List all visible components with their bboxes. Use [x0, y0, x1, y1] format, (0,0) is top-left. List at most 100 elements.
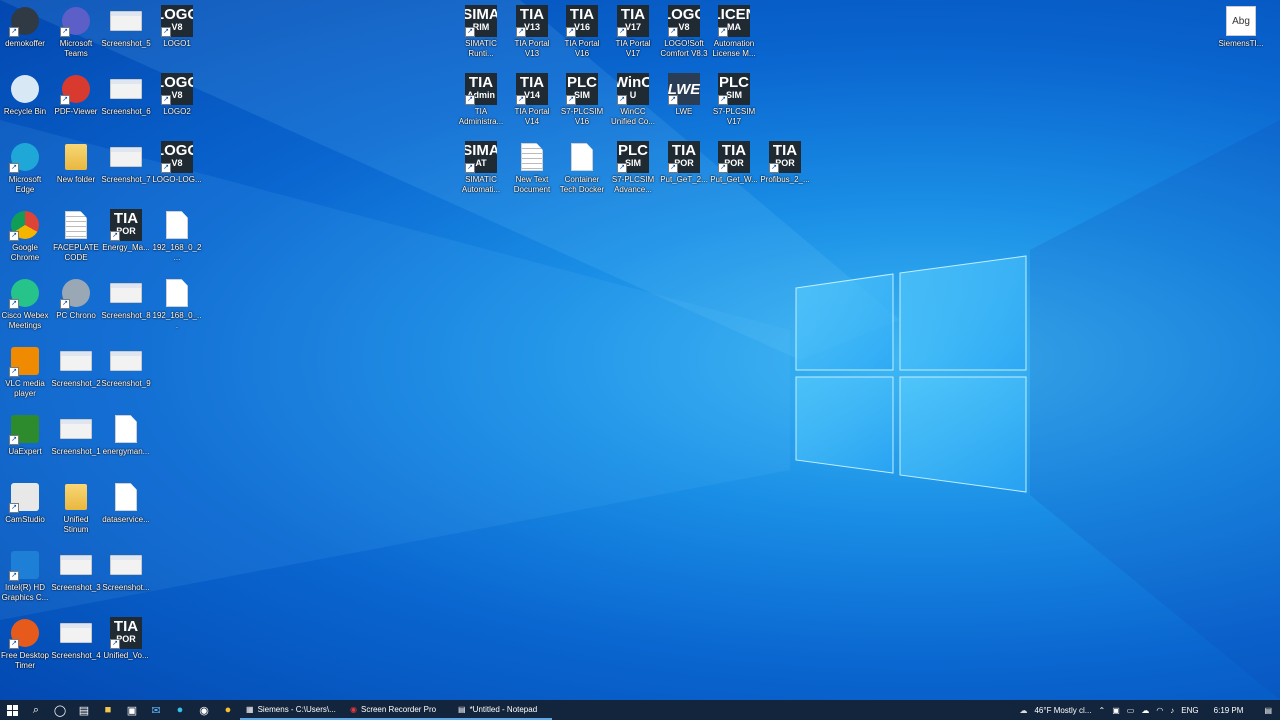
desktop-icon-wincc[interactable]: WinC U ↗ WinCC Unified Co... — [608, 73, 658, 127]
desktop-icon-tiav17[interactable]: TIA V17 ↗ TIA Portal V17 — [608, 5, 658, 59]
desktop-icon-screenshotx[interactable]: Screenshot... — [101, 549, 151, 593]
desktop-icon-demokoffer[interactable]: ↗ demokoffer — [0, 5, 50, 49]
desktop-icon-label: LOGO!Soft Comfort V8.3 — [660, 39, 708, 58]
clock[interactable]: 6:19 PM — [1214, 706, 1244, 715]
license-icon: LICENMA↗ — [718, 5, 750, 37]
image-file-icon — [110, 5, 142, 37]
desktop-icon-siemensti[interactable]: Abg SiemensTI... — [1216, 5, 1266, 49]
store-icon[interactable]: ▣ — [120, 700, 144, 720]
desktop-icon-screenshot2[interactable]: Screenshot_2 — [51, 345, 101, 389]
desktop-icon-lwe[interactable]: LWE ↗ LWE — [659, 73, 709, 117]
desktop-icon-container[interactable]: Container Tech Docker — [557, 141, 607, 195]
desktop-icon-plcsimadv[interactable]: PLC SIM ↗ S7-PLCSIM Advance... — [608, 141, 658, 195]
desktop-icon-screenshot1[interactable]: Screenshot_1 — [51, 413, 101, 457]
weather-text[interactable]: 46°F Mostly cl... — [1034, 706, 1091, 715]
desktop-icon-simaticautom[interactable]: SIMA AT ↗ SIMATIC Automati... — [456, 141, 506, 195]
desktop-icon-ip2[interactable]: 192_168_0_... — [152, 277, 202, 331]
desktop-icon-faceplate[interactable]: FACEPLATE CODE — [51, 209, 101, 263]
cortana-icon[interactable]: ◯ — [48, 700, 72, 720]
desktop-icon-label: Microsoft Edge — [8, 175, 42, 194]
desktop-icon-profibus[interactable]: TIA POR ↗ Profibus_2_... — [760, 141, 810, 185]
desktop-icon-freetimer[interactable]: ↗ Free Desktop Timer — [0, 617, 50, 671]
webex-icon: ↗ — [9, 277, 41, 309]
tia-portal-icon: TIA POR ↗ — [769, 141, 801, 173]
edge-taskbar-icon[interactable]: ● — [168, 700, 192, 720]
desktop-icon-tiav14[interactable]: TIA V14 ↗ TIA Portal V14 — [507, 73, 557, 127]
shortcut-arrow-icon: ↗ — [465, 163, 475, 173]
desktop-icon-label: Container Tech Docker — [559, 175, 605, 194]
text-file-icon — [60, 209, 92, 241]
taskbar-app-notepad[interactable]: ▤ *Untitled - Notepad — [452, 700, 552, 720]
desktop-icon-tiav13[interactable]: TIA V13 ↗ TIA Portal V13 — [507, 5, 557, 59]
task-view-icon[interactable]: ▤ — [72, 700, 96, 720]
desktop-icon-putgetw[interactable]: TIA POR ↗ Put_Get_W... — [709, 141, 759, 185]
desktop-icon-plcsimv16[interactable]: PLC SIM ↗ S7-PLCSIM V16 — [557, 73, 607, 127]
desktop-icon-newtext[interactable]: New Text Document — [507, 141, 557, 195]
desktop-icon-screenshot5[interactable]: Screenshot_5 — [101, 5, 151, 49]
notification-icon[interactable]: ▤ — [1264, 706, 1272, 715]
wifi-icon[interactable]: ◠ — [1156, 706, 1163, 715]
desktop-icon-screenshot3[interactable]: Screenshot_3 — [51, 549, 101, 593]
desktop-icon-vlc[interactable]: ↗ VLC media player — [0, 345, 50, 399]
folder-icon — [60, 481, 92, 513]
network-device-icon[interactable]: ▣ — [1112, 706, 1120, 715]
desktop-icon-camstudio[interactable]: ↗ CamStudio — [0, 481, 50, 525]
intel-graphics-icon: ↗ — [9, 549, 41, 581]
desktop-icon-unifiedvo[interactable]: TIA POR ↗ Unified_Vo... — [101, 617, 151, 661]
desktop-icon-pcchrono[interactable]: ↗ PC Chrono — [51, 277, 101, 321]
desktop-icon-plcsimv17[interactable]: PLC SIM ↗ S7-PLCSIM V17 — [709, 73, 759, 127]
desktop-icon-logosoft[interactable]: LOGOV8↗ LOGO!Soft Comfort V8.3 — [659, 5, 709, 59]
desktop-icon-teams[interactable]: ↗ Microsoft Teams — [51, 5, 101, 59]
start-button[interactable] — [0, 700, 24, 720]
taskbar-app-siemens[interactable]: ▦ Siemens - C:\Users\... — [240, 700, 344, 720]
desktop-icon-unified[interactable]: Unified Stinum — [51, 481, 101, 535]
desktop-icon-webex[interactable]: ↗ Cisco Webex Meetings — [0, 277, 50, 331]
desktop-icon-logo2[interactable]: LOGOV8↗ LOGO2 — [152, 73, 202, 117]
desktop-icon-tiav16[interactable]: TIA V16 ↗ TIA Portal V16 — [557, 5, 607, 59]
desktop-icon-screenshot6[interactable]: Screenshot_6 — [101, 73, 151, 117]
shortcut-arrow-icon: ↗ — [9, 571, 19, 581]
taskbar-app-label: *Untitled - Notepad — [469, 704, 538, 714]
shortcut-arrow-icon: ↗ — [718, 95, 728, 105]
battery-icon[interactable]: ▭ — [1127, 706, 1135, 715]
desktop-icon-uaexpert[interactable]: ↗ UaExpert — [0, 413, 50, 457]
desktop-icon-pdfviewer[interactable]: ↗ PDF-Viewer — [51, 73, 101, 117]
desktop-icon-screenshot7[interactable]: Screenshot_7 — [101, 141, 151, 185]
font-file-icon: Abg — [1225, 5, 1257, 37]
desktop-icon-automlicense[interactable]: LICENMA↗ Automation License M... — [709, 5, 759, 59]
obs-icon[interactable]: ◉ — [192, 700, 216, 720]
search-icon[interactable]: ⌕ — [24, 700, 48, 720]
file-explorer-icon[interactable]: ■ — [96, 700, 120, 720]
tia-portal-icon: TIA POR ↗ — [110, 617, 142, 649]
desktop-icon-screenshot9[interactable]: Screenshot_9 — [101, 345, 151, 389]
desktop-icon-label: LWE — [675, 107, 693, 116]
system-tray: ☁ 46°F Mostly cl... ⌃ ▣ ▭ ☁ ◠ ♪ ENG 6:19… — [1019, 700, 1280, 720]
desktop-icon-logo1[interactable]: LOGOV8↗ LOGO1 — [152, 5, 202, 49]
cloud-icon[interactable]: ☁ — [1141, 706, 1149, 715]
desktop-icon-putget2[interactable]: TIA POR ↗ Put_GeT_2... — [659, 141, 709, 185]
desktop-icon-tiaadmin[interactable]: TIA Admin ↗ TIA Administra... — [456, 73, 506, 127]
desktop-icon-newfolder[interactable]: New folder — [51, 141, 101, 185]
desktop-icon-chrome[interactable]: ↗ Google Chrome — [0, 209, 50, 263]
desktop-icon-energyma[interactable]: TIA POR ↗ Energy_Ma... — [101, 209, 151, 253]
shortcut-arrow-icon: ↗ — [9, 163, 19, 173]
volume-icon[interactable]: ♪ — [1170, 706, 1174, 715]
desktop-icon-simaticrunti[interactable]: SIMA RIM ↗ SIMATIC Runti... — [456, 5, 506, 59]
desktop-icon-screenshot8[interactable]: Screenshot_8 — [101, 277, 151, 321]
notepad-icon: ▤ — [458, 704, 466, 714]
chevron-up-icon[interactable]: ⌃ — [1098, 706, 1105, 715]
desktop-icon-energyman[interactable]: energyman... — [101, 413, 151, 457]
taskbar-app-record[interactable]: ◉ Screen Recorder Pro — [344, 700, 452, 720]
language-indicator[interactable]: ENG — [1181, 706, 1198, 715]
desktop-icon-screenshot4[interactable]: Screenshot_4 — [51, 617, 101, 661]
image-file-icon — [60, 549, 92, 581]
desktop-icon-edge[interactable]: ↗ Microsoft Edge — [0, 141, 50, 195]
desktop-icon-recycle[interactable]: Recycle Bin — [0, 73, 50, 117]
mail-icon[interactable]: ✉ — [144, 700, 168, 720]
desktop-icon-dataservice[interactable]: dataservice... — [101, 481, 151, 525]
desktop-icon-label: 192_168_0_2... — [152, 243, 202, 262]
desktop-icon-logolog[interactable]: LOGOV8↗ LOGO-LOG... — [152, 141, 202, 185]
desktop-icon-ip1[interactable]: 192_168_0_2... — [152, 209, 202, 263]
desktop-icon-intelhd[interactable]: ↗ Intel(R) HD Graphics C... — [0, 549, 50, 603]
chrome-taskbar-icon[interactable]: ● — [216, 700, 240, 720]
